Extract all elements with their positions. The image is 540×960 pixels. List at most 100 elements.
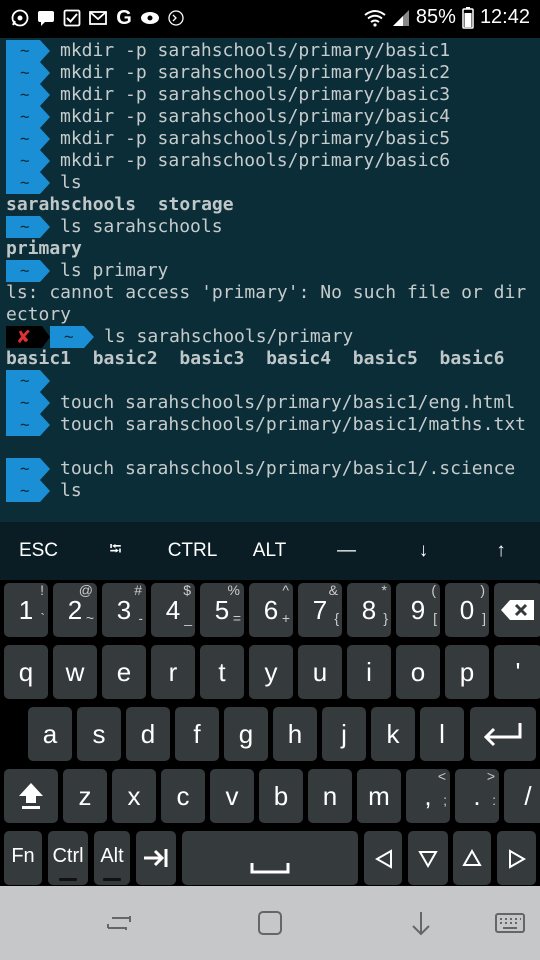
esc-key[interactable]: ESC [0,522,77,580]
command-line: ~ mkdir -p sarahschools/primary/basic3 [0,84,540,106]
alt-key[interactable]: ALT [231,522,308,580]
key-x[interactable]: x [112,769,156,823]
notification-icons: G [10,7,186,29]
key-3[interactable]: 3 # - [102,583,146,637]
key-label: q [18,657,34,687]
cursor-down-key[interactable] [408,831,448,885]
key-j[interactable]: j [322,707,366,761]
key-tertiary-label: = [232,610,241,626]
recent-apps-icon[interactable] [104,908,134,938]
dash-key[interactable]: — [308,522,385,580]
command-text: mkdir -p sarahschools/primary/basic6 [60,150,451,171]
fn-key[interactable]: Fn [4,831,42,885]
space-key[interactable] [182,831,358,885]
shift-key[interactable] [4,769,58,823]
enter-key[interactable] [470,707,536,761]
key-4[interactable]: 4 $ _ [151,583,195,637]
command-line: ~ ls [0,172,540,194]
key-.[interactable]: . >: [455,769,499,823]
key-a[interactable]: a [28,707,72,761]
alt-modifier-key[interactable]: Alt [94,831,130,885]
home-icon[interactable] [255,908,285,938]
backspace-key[interactable] [494,583,540,637]
key-w[interactable]: w [53,645,97,699]
key-u[interactable]: u [298,645,342,699]
tab-key[interactable]: ⭾ [77,522,154,580]
key-i[interactable]: i [347,645,391,699]
key-p[interactable]: p [445,645,489,699]
key-/[interactable]: /?\ [504,769,540,823]
output-line: primary [0,238,540,260]
key-d[interactable]: d [126,707,170,761]
key-7[interactable]: 7 &{ [298,583,342,637]
key-t[interactable]: t [200,645,244,699]
left-arrow-icon [374,849,392,869]
key-tertiary-label: _ [184,610,192,626]
key-c[interactable]: c [161,769,205,823]
key-e[interactable]: e [102,645,146,699]
output-line: sarahschools storage [0,194,540,216]
key-tertiary-label: { [334,610,339,626]
key-2[interactable]: 2 @ ~ [53,583,97,637]
key-z[interactable]: z [63,769,107,823]
key-1[interactable]: 1! ` [4,583,48,637]
key-9[interactable]: 9([ [396,583,440,637]
ctrl-modifier-key[interactable]: Ctrl [48,831,88,885]
prompt-segment: ~ [6,260,50,282]
key-n[interactable]: n [308,769,352,823]
key-m[interactable]: m [357,769,401,823]
key-l[interactable]: l [420,707,464,761]
toggle-indicator [103,878,121,881]
battery-percent: 85% [415,6,456,28]
key-secondary-label: ! [40,582,44,598]
cursor-left-key[interactable] [364,831,402,885]
command-text: ls sarahschools [60,216,223,237]
command-text: mkdir -p sarahschools/primary/basic4 [60,106,451,127]
svg-text:~: ~ [20,41,30,60]
command-line: ~ mkdir -p sarahschools/primary/basic1 [0,40,540,62]
cursor-up-key[interactable] [453,831,491,885]
key-f[interactable]: f [175,707,219,761]
key-label: f [193,719,201,749]
key-v[interactable]: v [210,769,254,823]
key-,[interactable]: , <; [406,769,450,823]
key-8[interactable]: 8 *} [347,583,391,637]
output-line: basic1 basic2 basic3 basic4 basic5 basic… [0,348,540,370]
command-line: ~ mkdir -p sarahschools/primary/basic5 [0,128,540,150]
key-r[interactable]: r [151,645,195,699]
key-label: z [78,781,92,811]
key-label: m [368,781,390,811]
key-secondary-label: # [134,582,142,598]
signal-icon [392,9,409,26]
down-arrow-key[interactable]: ↓ [385,522,462,580]
checkbox-icon [62,8,82,28]
down-arrow-icon [418,851,438,869]
svg-text:~: ~ [20,261,30,280]
key-'[interactable]: ' [494,645,540,699]
terminal-output[interactable]: ~ mkdir -p sarahschools/primary/basic1 ~ mk… [0,38,540,522]
key-s[interactable]: s [77,707,121,761]
ctrl-key[interactable]: CTRL [154,522,231,580]
command-line: ~ ls [0,480,540,502]
tab-key-keyboard[interactable] [136,831,176,885]
key-0[interactable]: 0)] [445,583,489,637]
key-q[interactable]: q [4,645,48,699]
hide-keyboard-icon[interactable] [406,908,436,938]
up-arrow-key[interactable]: ↑ [462,522,540,580]
status-right: 85% 12:42 [364,6,530,29]
key-y[interactable]: y [249,645,293,699]
wifi-icon [364,9,386,27]
cursor-right-key[interactable] [497,831,536,885]
key-5[interactable]: 5% = [200,583,244,637]
key-secondary-label: > [486,768,495,784]
key-g[interactable]: g [224,707,268,761]
key-b[interactable]: b [259,769,303,823]
key-6[interactable]: 6 ^ + [249,583,293,637]
command-line: ~ ls sarahschools [0,216,540,238]
key-label: y [264,657,278,687]
keyboard-switch-icon[interactable] [494,908,526,938]
key-h[interactable]: h [273,707,317,761]
key-o[interactable]: o [396,645,440,699]
key-k[interactable]: k [371,707,415,761]
